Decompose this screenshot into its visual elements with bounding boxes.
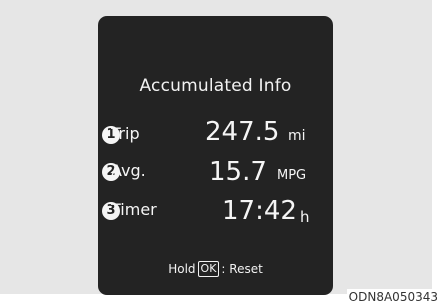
average-unit: MPG [277,168,307,183]
average-label: Avg. [111,161,146,180]
hint-prefix: Hold [168,262,196,276]
timer-value: 17:42 [222,196,297,226]
average-row: 2 Avg. 15.7 MPG [98,157,333,191]
ok-key-icon: OK [197,261,220,277]
screen-title: Accumulated Info [139,76,292,96]
timer-label: Timer [111,200,157,219]
trip-unit: mi [288,128,306,144]
trip-label: Trip [111,124,140,143]
hint-suffix: : Reset [221,262,263,276]
timer-unit: h [300,208,310,226]
figure-code: ODN8A050343 [346,289,438,306]
timer-row: 3 Timer 17:42 h [98,196,333,230]
trip-value: 247.5 [205,117,280,147]
average-value: 15.7 [209,157,267,187]
instrument-cluster-display: Accumulated Info 1 Trip 247.5 mi 2 Avg. … [98,16,333,295]
trip-row: 1 Trip 247.5 mi [98,116,333,150]
reset-hint: Hold OK: Reset [98,261,333,277]
